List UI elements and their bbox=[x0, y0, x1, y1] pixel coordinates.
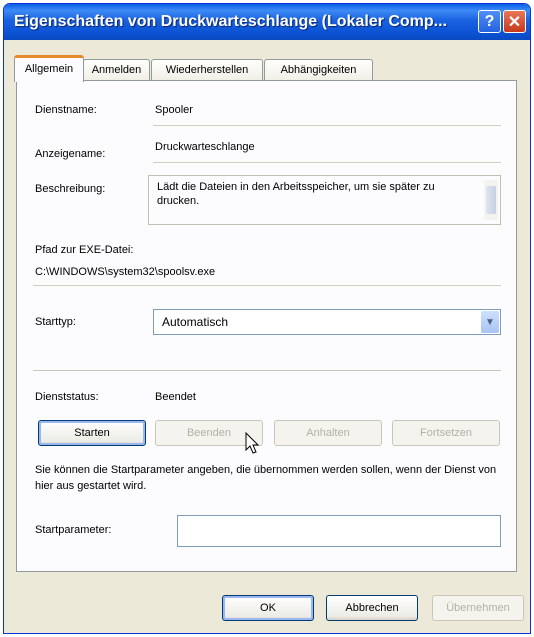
display-name-underline bbox=[153, 162, 501, 163]
service-status-value: Beendet bbox=[155, 391, 196, 403]
service-status-label: Dienststatus: bbox=[35, 391, 99, 403]
description-scrollbar[interactable] bbox=[484, 180, 498, 220]
window-title: Eigenschaften von Druckwarteschlange (Lo… bbox=[14, 13, 447, 30]
chevron-down-icon[interactable]: ▼ bbox=[481, 311, 499, 333]
tab-anmelden[interactable]: Anmelden bbox=[83, 59, 150, 81]
resume-button[interactable]: Fortsetzen bbox=[392, 420, 500, 446]
startup-type-label: Starttyp: bbox=[35, 316, 76, 328]
start-button[interactable]: Starten bbox=[38, 420, 146, 446]
start-parameters-label: Startparameter: bbox=[35, 524, 112, 536]
title-bar[interactable]: Eigenschaften von Druckwarteschlange (Lo… bbox=[4, 4, 530, 40]
startup-type-value: Automatisch bbox=[162, 315, 229, 329]
ok-button[interactable]: OK bbox=[222, 595, 314, 621]
description-text: Lädt die Dateien in den Arbeitsspeicher,… bbox=[157, 181, 435, 207]
display-name-field[interactable]: Druckwarteschlange bbox=[155, 141, 255, 153]
pause-button[interactable]: Anhalten bbox=[274, 420, 382, 446]
scrollbar-thumb[interactable] bbox=[486, 186, 496, 214]
separator bbox=[33, 370, 501, 371]
tab-wiederherstellen[interactable]: Wiederherstellen bbox=[151, 59, 263, 81]
start-parameters-input[interactable] bbox=[177, 515, 501, 547]
tab-abhaengigkeiten[interactable]: Abhängigkeiten bbox=[264, 59, 373, 81]
display-name-label: Anzeigename: bbox=[35, 148, 106, 160]
cancel-button[interactable]: Abbrechen bbox=[326, 595, 418, 621]
close-button[interactable]: ✕ bbox=[503, 10, 526, 33]
description-box[interactable]: Lädt die Dateien in den Arbeitsspeicher,… bbox=[148, 175, 501, 225]
start-parameters-info: Sie können die Startparameter angeben, d… bbox=[35, 464, 497, 492]
service-name-value: Spooler bbox=[155, 104, 193, 116]
mouse-cursor-icon bbox=[245, 432, 260, 454]
startup-type-dropdown[interactable]: Automatisch ▼ bbox=[153, 309, 501, 335]
tab-allgemein[interactable]: Allgemein bbox=[14, 55, 84, 82]
apply-button[interactable]: Übernehmen bbox=[432, 595, 524, 621]
service-name-label: Dienstname: bbox=[35, 104, 97, 116]
help-button[interactable]: ? bbox=[478, 10, 501, 33]
exe-path-underline bbox=[33, 285, 501, 286]
exe-path-label: Pfad zur EXE-Datei: bbox=[35, 244, 134, 256]
exe-path-value: C:\WINDOWS\system32\spoolsv.exe bbox=[35, 266, 216, 278]
description-label: Beschreibung: bbox=[35, 183, 106, 195]
service-name-underline bbox=[153, 125, 501, 126]
